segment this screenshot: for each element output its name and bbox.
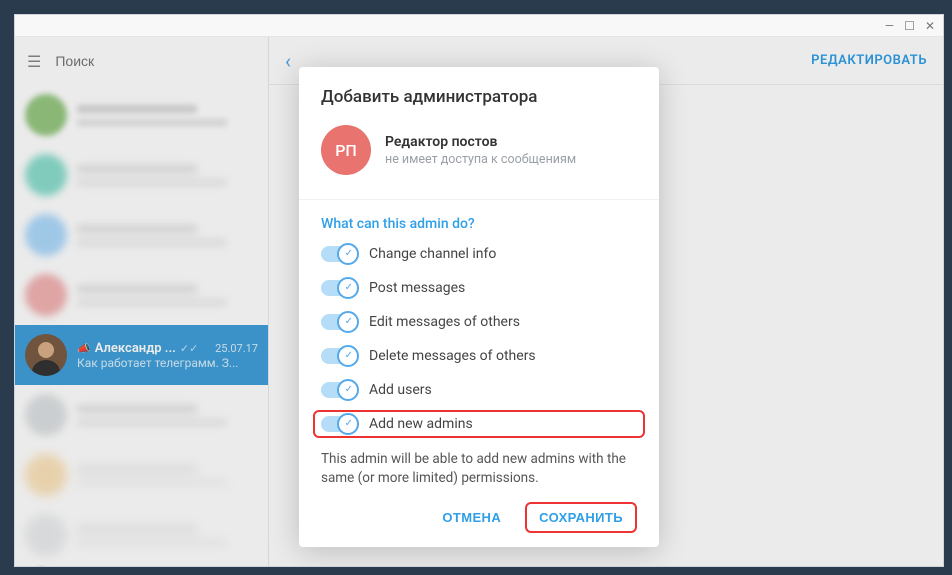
perm-label: Edit messages of others bbox=[369, 314, 520, 330]
maximize-icon[interactable]: ☐ bbox=[904, 19, 915, 33]
divider bbox=[299, 199, 659, 200]
perm-label: Add users bbox=[369, 382, 432, 398]
admin-card: РП Редактор постов не имеет доступа к со… bbox=[321, 125, 637, 175]
perm-add-users: ✓ Add users bbox=[321, 382, 637, 398]
add-admin-modal: Добавить администратора РП Редактор пост… bbox=[299, 67, 659, 547]
perm-label: Change channel info bbox=[369, 246, 496, 262]
admin-name: Редактор постов bbox=[385, 134, 576, 150]
minimize-icon[interactable]: — bbox=[885, 19, 894, 33]
admin-status: не имеет доступа к сообщениям bbox=[385, 152, 576, 167]
perm-label: Add new admins bbox=[369, 416, 473, 432]
perm-add-admins-highlighted: ✓ Add new admins bbox=[313, 410, 645, 438]
perm-change-info: ✓ Change channel info bbox=[321, 246, 637, 262]
modal-title: Добавить администратора bbox=[321, 87, 637, 107]
toggle-post-messages[interactable]: ✓ bbox=[321, 280, 357, 296]
perm-label: Delete messages of others bbox=[369, 348, 536, 364]
toggle-delete-others[interactable]: ✓ bbox=[321, 348, 357, 364]
perm-delete-others: ✓ Delete messages of others bbox=[321, 348, 637, 364]
perm-post-messages: ✓ Post messages bbox=[321, 280, 637, 296]
save-button[interactable]: СОХРАНИТЬ bbox=[525, 502, 637, 533]
permissions-note: This admin will be able to add new admin… bbox=[321, 450, 637, 488]
cancel-button[interactable]: ОТМЕНА bbox=[428, 502, 515, 533]
toggle-add-admins[interactable]: ✓ bbox=[321, 416, 357, 432]
permissions-section-title: What can this admin do? bbox=[321, 216, 637, 232]
perm-edit-others: ✓ Edit messages of others bbox=[321, 314, 637, 330]
app-window: — ☐ ✕ ☰ 📣 Александр ... bbox=[14, 14, 944, 567]
admin-avatar: РП bbox=[321, 125, 371, 175]
window-titlebar: — ☐ ✕ bbox=[15, 15, 943, 37]
close-icon[interactable]: ✕ bbox=[925, 19, 935, 33]
toggle-add-users[interactable]: ✓ bbox=[321, 382, 357, 398]
toggle-change-info[interactable]: ✓ bbox=[321, 246, 357, 262]
perm-label: Post messages bbox=[369, 280, 465, 296]
toggle-edit-others[interactable]: ✓ bbox=[321, 314, 357, 330]
